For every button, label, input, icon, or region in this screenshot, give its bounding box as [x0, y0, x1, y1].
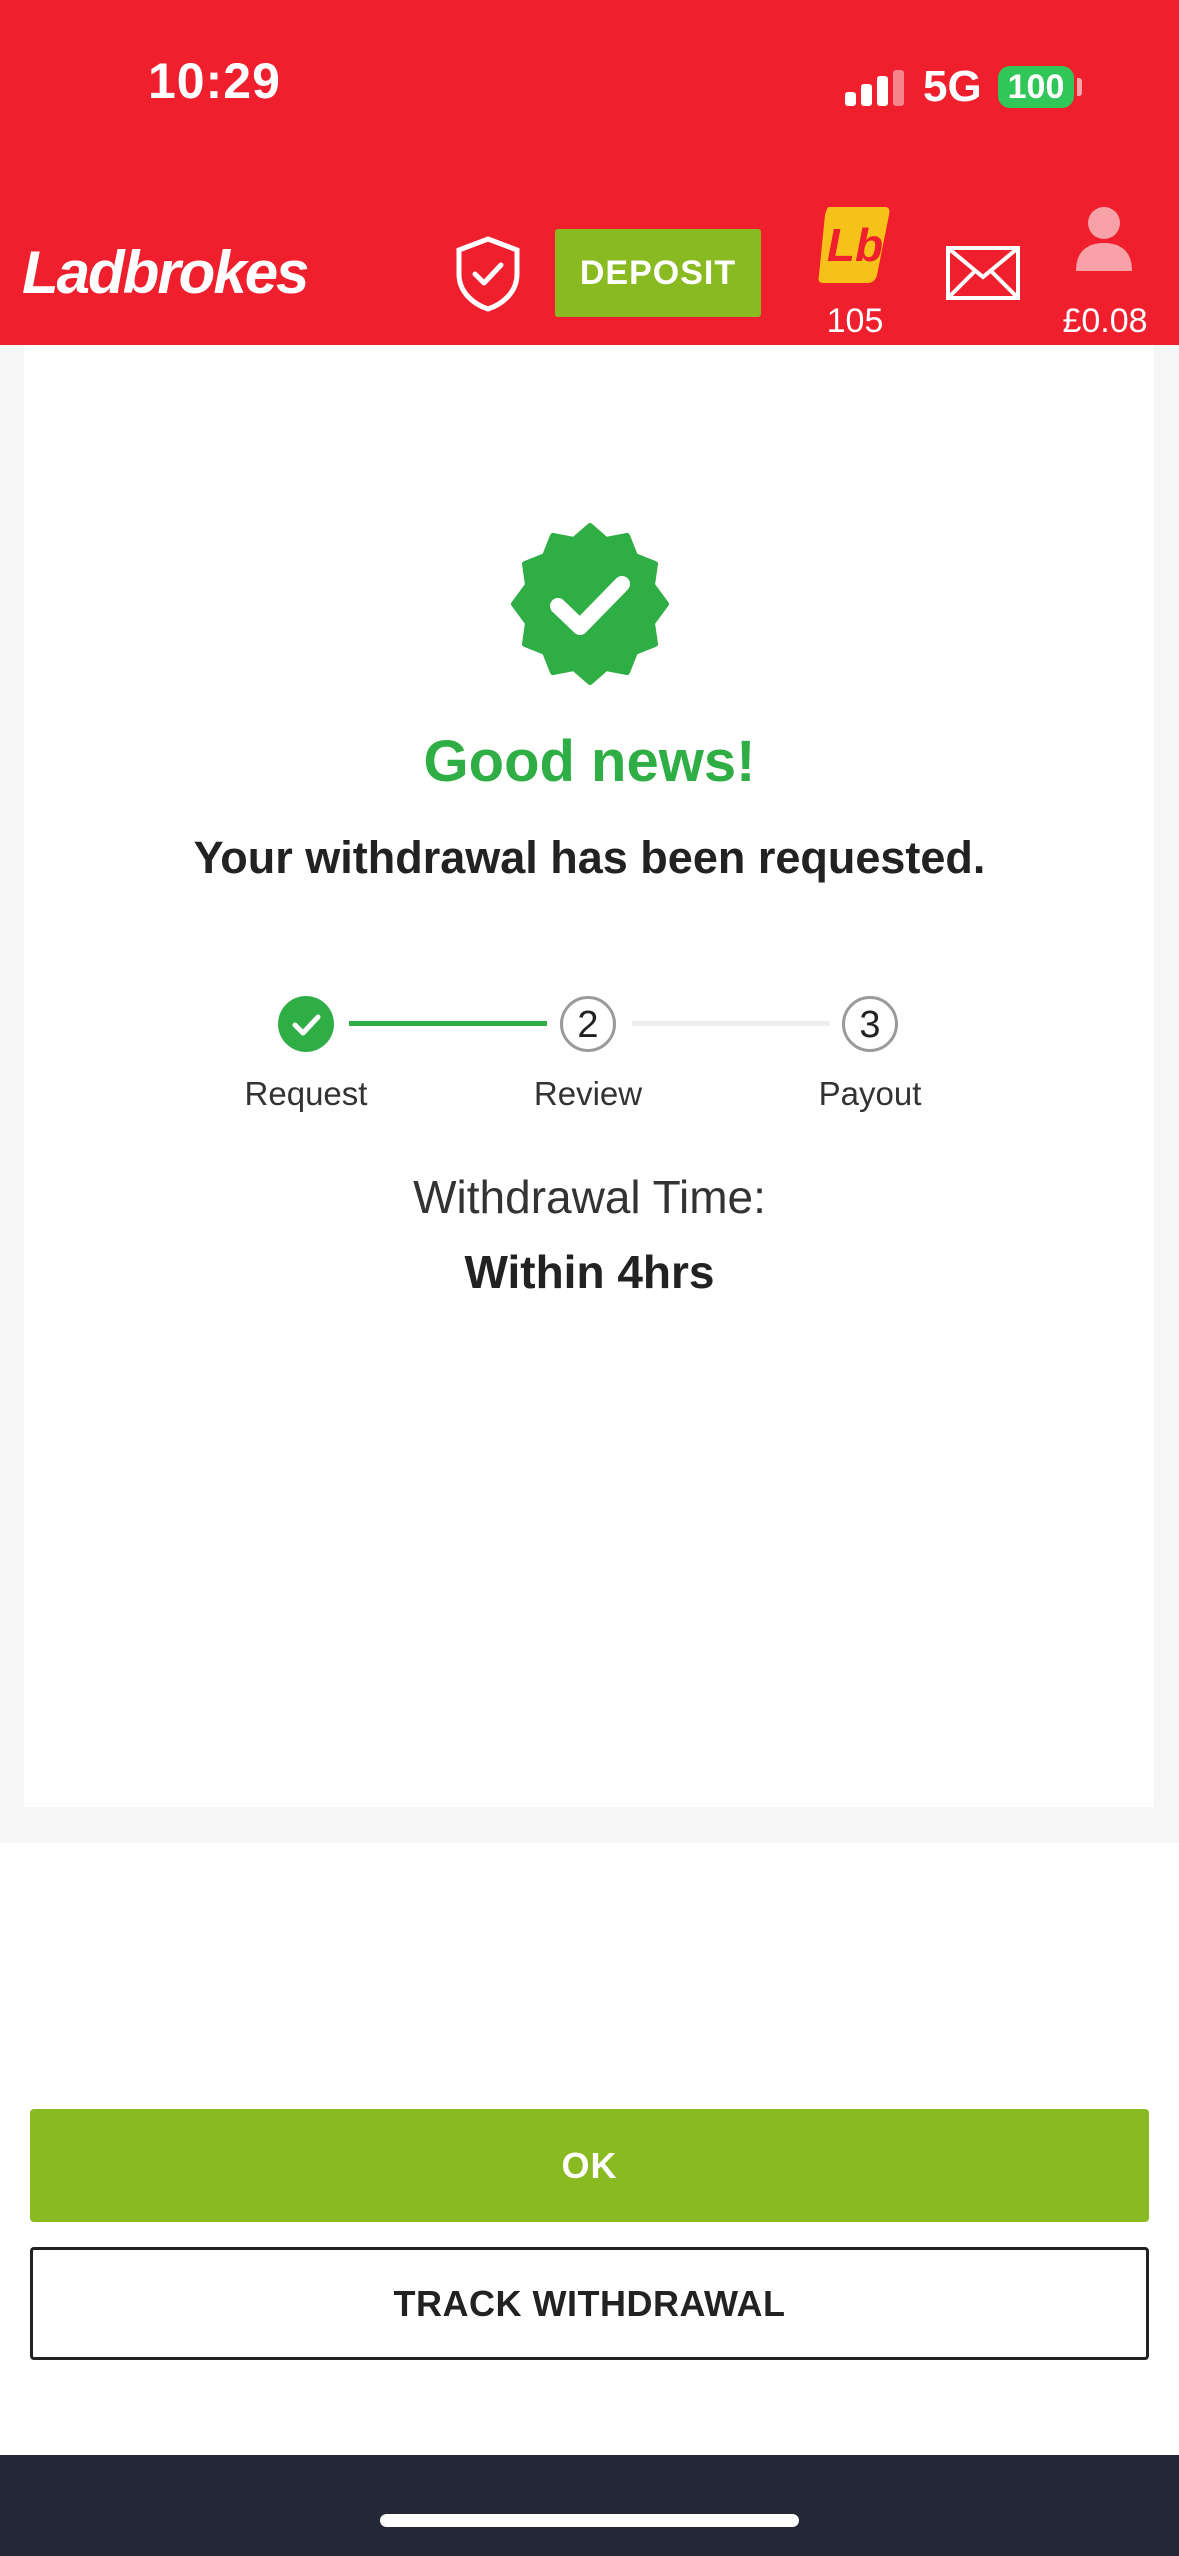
step-request-indicator — [278, 996, 334, 1052]
rewards-icon[interactable]: Lb — [815, 203, 893, 287]
withdrawal-time-label: Withdrawal Time: — [413, 1171, 766, 1223]
app-header: 10:29 5G 100 Ladbrokes DEPOSIT Lb 105 £0… — [0, 0, 1179, 345]
brand-logo[interactable]: Ladbrokes — [22, 238, 309, 307]
step-payout-label: Payout — [818, 1075, 922, 1112]
network-type: 5G — [923, 62, 982, 111]
account-balance[interactable]: £0.08 — [1040, 302, 1170, 341]
ok-button[interactable]: OK — [30, 2109, 1149, 2222]
step-review-label: Review — [533, 1075, 643, 1112]
account-icon[interactable] — [1074, 205, 1134, 271]
deposit-button[interactable]: DEPOSIT — [555, 229, 761, 317]
step-request-label: Request — [244, 1075, 368, 1112]
battery-tip — [1077, 78, 1082, 96]
success-headline: Good news! — [423, 729, 756, 794]
bottom-bar — [0, 2455, 1179, 2556]
rewards-count: 105 — [826, 302, 884, 340]
svg-text:Lb: Lb — [827, 219, 883, 271]
track-withdrawal-button[interactable]: TRACK WITHDRAWAL — [30, 2247, 1149, 2360]
check-icon — [292, 1014, 321, 1036]
progress-line-completed — [349, 1021, 547, 1026]
status-time: 10:29 — [148, 53, 281, 109]
battery-icon: 100 — [998, 66, 1074, 108]
success-message: Your withdrawal has been requested. — [193, 832, 986, 883]
progress-line-pending — [632, 1021, 830, 1026]
signal-icon — [845, 70, 905, 106]
step-review-indicator: 2 — [560, 996, 616, 1052]
withdrawal-time-value: Within 4hrs — [464, 1246, 715, 1298]
safer-gambling-shield-icon[interactable] — [455, 236, 521, 312]
mail-icon[interactable] — [945, 245, 1021, 301]
home-indicator[interactable] — [380, 2514, 799, 2527]
step-payout-indicator: 3 — [842, 996, 898, 1052]
verified-check-badge-icon — [511, 523, 669, 685]
